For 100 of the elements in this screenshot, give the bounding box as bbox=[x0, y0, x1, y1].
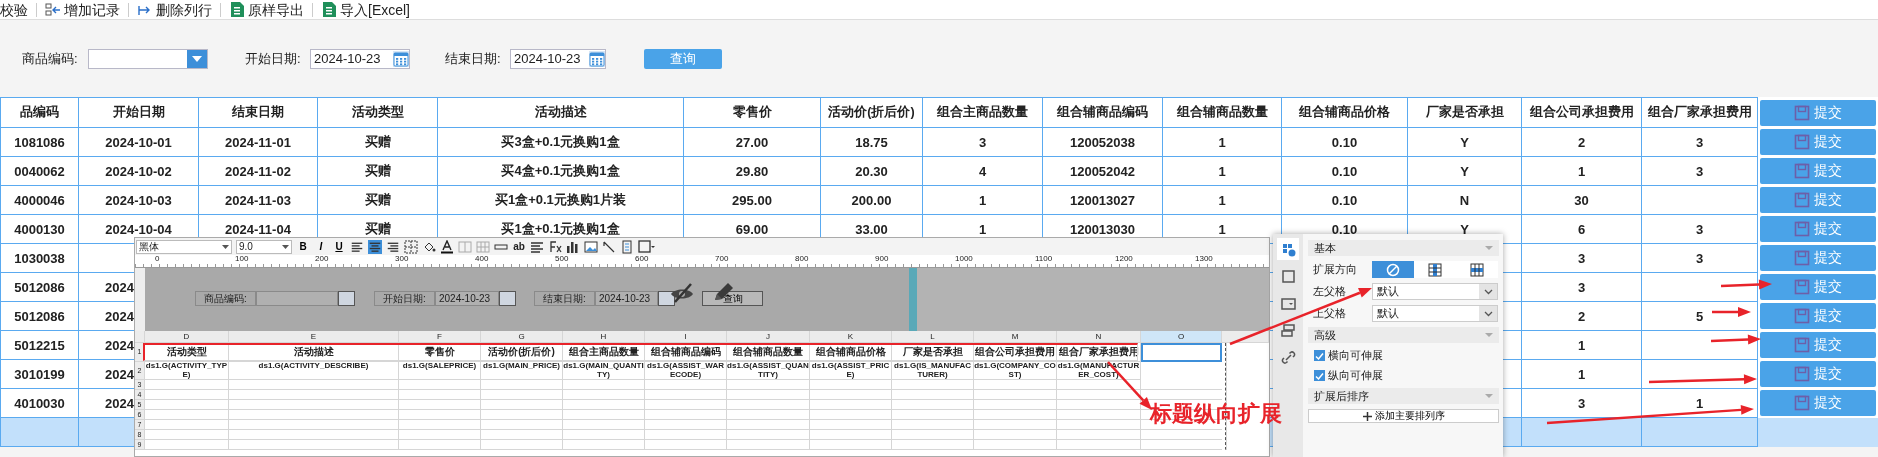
chevron-down-icon bbox=[1483, 288, 1493, 295]
column-letter[interactable]: E bbox=[229, 331, 399, 343]
table-cell: 买赠 bbox=[317, 156, 438, 186]
column-grid-icon bbox=[1428, 262, 1442, 277]
field-label: 结束日期: bbox=[445, 49, 502, 68]
section-header[interactable]: 高级 bbox=[1308, 327, 1499, 343]
table-cell: 1 bbox=[1162, 185, 1282, 215]
selected-cell[interactable] bbox=[1141, 343, 1222, 362]
no-symbol-icon bbox=[1386, 262, 1400, 277]
add-sort-button[interactable]: 添加主要排列序 bbox=[1308, 409, 1499, 423]
column-letter[interactable]: O bbox=[1141, 331, 1222, 343]
panel-tab[interactable] bbox=[1277, 238, 1299, 260]
column-letter[interactable]: K bbox=[810, 331, 892, 343]
ruler-label: 1000 bbox=[955, 255, 974, 265]
column-letter[interactable]: F bbox=[399, 331, 481, 343]
column-letter[interactable]: H bbox=[563, 331, 645, 343]
table-cell[interactable]: 4010030 bbox=[0, 388, 79, 418]
column-header: 结束日期 bbox=[198, 97, 318, 128]
bar-chart-icon[interactable] bbox=[566, 239, 580, 254]
table-cell[interactable] bbox=[0, 417, 79, 447]
checkbox[interactable] bbox=[1314, 350, 1325, 361]
property-label: 左父格 bbox=[1312, 284, 1347, 299]
table-cell: 1 bbox=[922, 185, 1043, 215]
toolbar-button[interactable]: 删除列行 bbox=[156, 2, 212, 17]
table-cell[interactable]: 1030038 bbox=[0, 243, 79, 273]
table-cell[interactable]: 1081086 bbox=[0, 127, 79, 157]
table-cell: 买4盒+0.1元换购1盒 bbox=[437, 156, 684, 186]
ruler-label: 300 bbox=[395, 255, 410, 265]
table-cell[interactable]: 3010199 bbox=[0, 359, 79, 389]
save-icon bbox=[1794, 134, 1810, 150]
table-cell: 0.10 bbox=[1281, 156, 1408, 186]
column-letter[interactable]: I bbox=[645, 331, 727, 343]
table-cell: 200.00 bbox=[820, 185, 923, 215]
end-date-field[interactable]: 2024-10-23 bbox=[595, 291, 658, 306]
table-cell: 30 bbox=[1521, 185, 1642, 215]
product-code-select[interactable] bbox=[88, 48, 208, 69]
ruler-label: 400 bbox=[475, 255, 490, 265]
top-parent-select[interactable]: 默认 bbox=[1372, 305, 1498, 322]
table-cell: 120013027 bbox=[1042, 185, 1163, 215]
grid-icon bbox=[1280, 241, 1296, 257]
table-cell[interactable]: 4000046 bbox=[0, 185, 79, 215]
slash-icon[interactable] bbox=[602, 239, 616, 254]
calendar-icon[interactable] bbox=[393, 50, 409, 67]
chevron-down-icon bbox=[1483, 310, 1493, 317]
toolbar-button[interactable]: 增加记录 bbox=[64, 2, 120, 17]
layers-icon bbox=[1280, 322, 1296, 338]
ruler-label: 900 bbox=[875, 255, 890, 265]
ruler-label: 100 bbox=[235, 255, 250, 265]
column-letter[interactable]: N bbox=[1057, 331, 1141, 343]
table-cell: 2024-11-01 bbox=[198, 127, 318, 157]
product-code-field[interactable] bbox=[256, 291, 338, 306]
font-color-icon[interactable] bbox=[440, 239, 454, 254]
column-letter[interactable]: G bbox=[481, 331, 563, 343]
checkbox[interactable] bbox=[1314, 370, 1325, 381]
calendar-button[interactable] bbox=[658, 291, 675, 306]
query-button[interactable]: 查询 bbox=[702, 291, 763, 306]
align-button[interactable] bbox=[368, 239, 382, 254]
table-cell[interactable]: 5012086 bbox=[0, 272, 79, 302]
table-cell[interactable]: 4000130 bbox=[0, 214, 79, 244]
dropdown-button[interactable] bbox=[338, 291, 355, 306]
column-letter[interactable]: L bbox=[892, 331, 974, 343]
start-date-field[interactable]: 2024-10-23 bbox=[310, 48, 410, 69]
table-cell[interactable]: 5012086 bbox=[0, 301, 79, 331]
end-date-field[interactable]: 2024-10-23 bbox=[510, 48, 606, 69]
field-label: 商品编码: bbox=[22, 49, 79, 68]
column-letter[interactable]: D bbox=[145, 331, 229, 343]
table-cell: 0.10 bbox=[1281, 127, 1408, 157]
direction-option[interactable] bbox=[1372, 261, 1414, 278]
table-cell: 20.30 bbox=[820, 156, 923, 186]
table-cell[interactable]: 5012215 bbox=[0, 330, 79, 360]
eye-slash-icon[interactable] bbox=[669, 282, 695, 304]
table-cell: 2024-11-03 bbox=[198, 185, 318, 215]
table-cell: 1 bbox=[1162, 127, 1282, 157]
calendar-icon[interactable] bbox=[589, 50, 605, 67]
list-icon[interactable] bbox=[530, 239, 544, 254]
section-header[interactable]: 基本 bbox=[1308, 240, 1499, 256]
calendar-button[interactable] bbox=[499, 291, 516, 306]
frame-icon[interactable] bbox=[638, 239, 656, 254]
toolbar-button[interactable]: 原样导出 bbox=[248, 2, 304, 17]
left-parent-select[interactable]: 默认 bbox=[1372, 283, 1498, 300]
font-size-select[interactable]: 9.0 bbox=[236, 239, 292, 254]
column-letter[interactable]: J bbox=[727, 331, 810, 343]
dropdown-caret-icon bbox=[192, 55, 202, 62]
save-icon bbox=[1794, 163, 1810, 179]
toolbar-button[interactable]: 导入[Excel] bbox=[340, 2, 410, 17]
save-icon bbox=[1794, 192, 1810, 208]
save-icon bbox=[1794, 337, 1810, 353]
start-date-field[interactable]: 2024-10-23 bbox=[435, 291, 499, 306]
column-header: 活动描述 bbox=[437, 97, 684, 128]
table-cell: 1 bbox=[1162, 156, 1282, 186]
toolbar-button[interactable]: 校验 bbox=[0, 2, 28, 17]
font-select[interactable]: 黑体 bbox=[136, 239, 232, 254]
column-letter[interactable]: M bbox=[974, 331, 1057, 343]
merge-cells-icon[interactable] bbox=[458, 239, 472, 254]
formula-icon[interactable] bbox=[548, 239, 562, 254]
table-cell[interactable]: 0040062 bbox=[0, 156, 79, 186]
table-cell: Y bbox=[1407, 156, 1522, 186]
section-header[interactable]: 扩展后排序 bbox=[1308, 388, 1499, 404]
table-cell: 0.10 bbox=[1281, 185, 1408, 215]
annotation-text: 标题纵向扩展 bbox=[1150, 400, 1282, 428]
